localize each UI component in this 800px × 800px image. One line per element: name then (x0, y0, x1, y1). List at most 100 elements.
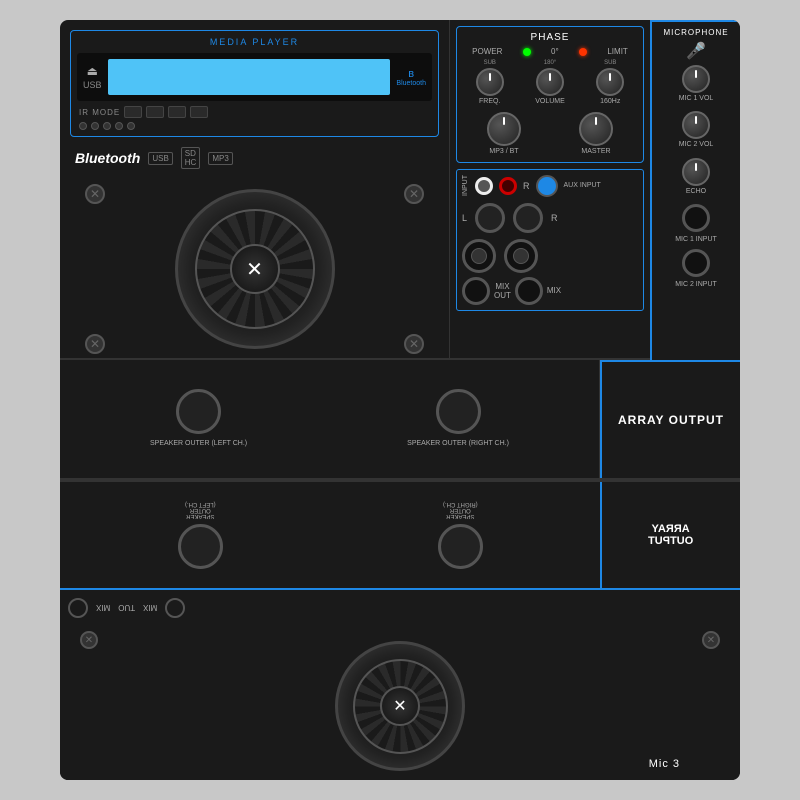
speaker-left-section: SPEAKER OUTER (LEFT CH.) (150, 389, 247, 448)
prev-btn[interactable] (124, 106, 142, 118)
quarter-jack-right[interactable] (513, 203, 543, 233)
dot-1 (79, 122, 87, 130)
bottom-screw-tr: ✕ (702, 631, 720, 649)
power-label: POWER (472, 47, 502, 56)
device-panel: MEDIA PLAYER ⏏ USB ʙ Bluetooth IR MODE (60, 20, 740, 780)
zero-label: 0° (551, 47, 559, 56)
bottom-array-section: SPEAKEROUTER(LEFT CH.) SPEAKEROUTER(RIGH… (60, 480, 740, 590)
led-green (523, 48, 531, 56)
echo-label: ECHO (686, 188, 706, 196)
mix-right-label: MIX (547, 286, 561, 295)
phase180-knob-container: 180° VOLUME (535, 60, 565, 106)
sub-knob-left[interactable] (476, 68, 504, 96)
microphone-title: MICROPHONE (656, 28, 736, 37)
aux-input-label: AUX INPUT (564, 182, 601, 190)
sub-knob-left-container: SUB FREQ. (476, 60, 504, 106)
mp3-format-icon: MP3 (208, 152, 232, 165)
speaker-jack-right[interactable] (436, 389, 481, 434)
bottom-speaker-right-label: SPEAKEROUTER(RIGHT CH.) (443, 501, 478, 519)
sub-knob-row: SUB FREQ. 180° VOLUME SUB 160Hz (462, 60, 638, 106)
bottom-speaker-jack-right[interactable] (438, 524, 483, 569)
usb-label: USB (83, 80, 102, 91)
xlr-jack-left[interactable] (462, 239, 496, 273)
speaker-jack-left[interactable] (176, 389, 221, 434)
fan: ✕ (175, 189, 335, 349)
mic-input-jacks: MIC 1 INPUT MIC 2 INPUT (675, 204, 717, 289)
bottom-speaker-jack-left[interactable] (178, 524, 223, 569)
mic2-vol-container: MIC 2 VOL (679, 111, 714, 149)
media-player-box: MEDIA PLAYER ⏏ USB ʙ Bluetooth IR MODE (70, 30, 439, 137)
mic3-label: Mic 3 (649, 758, 680, 770)
mic2-vol-knob[interactable] (682, 111, 710, 139)
master-label: MASTER (581, 148, 610, 156)
bottom-array-label: ARRAYOUTPUT (648, 523, 693, 547)
phase-title: PHASE (462, 32, 638, 43)
bluetooth-format-row: Bluetooth USB SDHC MP3 (70, 147, 439, 169)
mp3bt-knob[interactable] (487, 112, 521, 146)
dot-3 (103, 122, 111, 130)
bottom-array-left: SPEAKEROUTER(LEFT CH.) SPEAKEROUTER(RIGH… (60, 482, 600, 588)
echo-container: ECHO (682, 158, 710, 196)
media-player-title: MEDIA PLAYER (77, 37, 432, 47)
screw-top-right: ✕ (404, 184, 424, 204)
mic1-vol-container: MIC 1 VOL (679, 65, 714, 103)
input-label: INPUT (462, 175, 469, 196)
bottom-mix-row: MIX OUT MIX (60, 590, 740, 626)
xlr-mix-row (462, 239, 638, 273)
master-knob[interactable] (579, 112, 613, 146)
phase180-knob[interactable] (536, 68, 564, 96)
bottom-speaker-left: SPEAKEROUTER(LEFT CH.) (178, 501, 223, 569)
dot-5 (127, 122, 135, 130)
controls-panel: PHASE POWER 0° LIMIT SUB FREQ. 180° (450, 20, 650, 358)
array-output-label: ARRAY OUTPUT (618, 412, 724, 429)
fan-center: ✕ (230, 244, 280, 294)
rca-white-jack[interactable] (475, 177, 493, 195)
volume-label: VOLUME (535, 98, 565, 106)
bottom-speaker-right: SPEAKEROUTER(RIGHT CH.) (438, 501, 483, 569)
bluetooth-small-label: Bluetooth (396, 80, 426, 87)
mic-knob-section: MIC 1 VOL MIC 2 VOL ECHO MIC 1 INPUT MIC… (656, 65, 736, 289)
mic1-vol-label: MIC 1 VOL (679, 95, 714, 103)
top-section: MEDIA PLAYER ⏏ USB ʙ Bluetooth IR MODE (60, 20, 740, 360)
l-label: L (462, 213, 467, 223)
sd-format-icon: SDHC (181, 147, 201, 169)
inputs-section: INPUT R AUX INPUT L R (456, 169, 644, 311)
left-panel: MEDIA PLAYER ⏏ USB ʙ Bluetooth IR MODE (60, 20, 450, 358)
mix-out-jack-right[interactable] (515, 277, 543, 305)
mix-label: MIX (495, 282, 509, 291)
mic2-vol-label: MIC 2 VOL (679, 141, 714, 149)
r-label: R (523, 181, 530, 191)
next-btn[interactable] (146, 106, 164, 118)
phase180-label: 180° (544, 60, 556, 66)
dot-4 (115, 122, 123, 130)
rca-red-jack[interactable] (499, 177, 517, 195)
mic2-input-jack[interactable] (682, 249, 710, 277)
dot-2 (91, 122, 99, 130)
ir-label: IR MODE (79, 108, 120, 117)
sub-knob-right[interactable] (596, 68, 624, 96)
sub-knob-right-container: SUB 160Hz (596, 60, 624, 106)
screw-bottom-left: ✕ (85, 334, 105, 354)
ir-mode-row: IR MODE (77, 106, 432, 118)
play-btn[interactable] (190, 106, 208, 118)
mix-out-jack-left[interactable] (462, 277, 490, 305)
mic1-input-label: MIC 1 INPUT (675, 236, 717, 244)
aux-input-jack[interactable] (536, 175, 558, 197)
speaker-outer-right-label: SPEAKER OUTER (RIGHT CH.) (407, 439, 509, 448)
mic1-input-jack[interactable] (682, 204, 710, 232)
media-player-inner: ⏏ USB ʙ Bluetooth (77, 53, 432, 101)
quarter-jack-left[interactable] (475, 203, 505, 233)
bottom-fan-area: ✕ ✕ ✕ (60, 626, 740, 780)
array-right: ARRAY OUTPUT (600, 360, 740, 478)
array-left: SPEAKER OUTER (LEFT CH.) SPEAKER OUTER (… (60, 360, 600, 478)
transport-dots (77, 122, 432, 130)
sub-right-label: SUB (604, 60, 616, 66)
echo-knob[interactable] (682, 158, 710, 186)
xlr-jack-right[interactable] (504, 239, 538, 273)
repeat-btn[interactable] (168, 106, 186, 118)
microphone-icon: 🎤 (656, 41, 736, 61)
mic1-vol-knob[interactable] (682, 65, 710, 93)
bottom-array-right: ARRAYOUTPUT (600, 482, 740, 588)
out-label: OUT (494, 291, 511, 300)
sub-right-freq-label: 160Hz (600, 98, 620, 106)
